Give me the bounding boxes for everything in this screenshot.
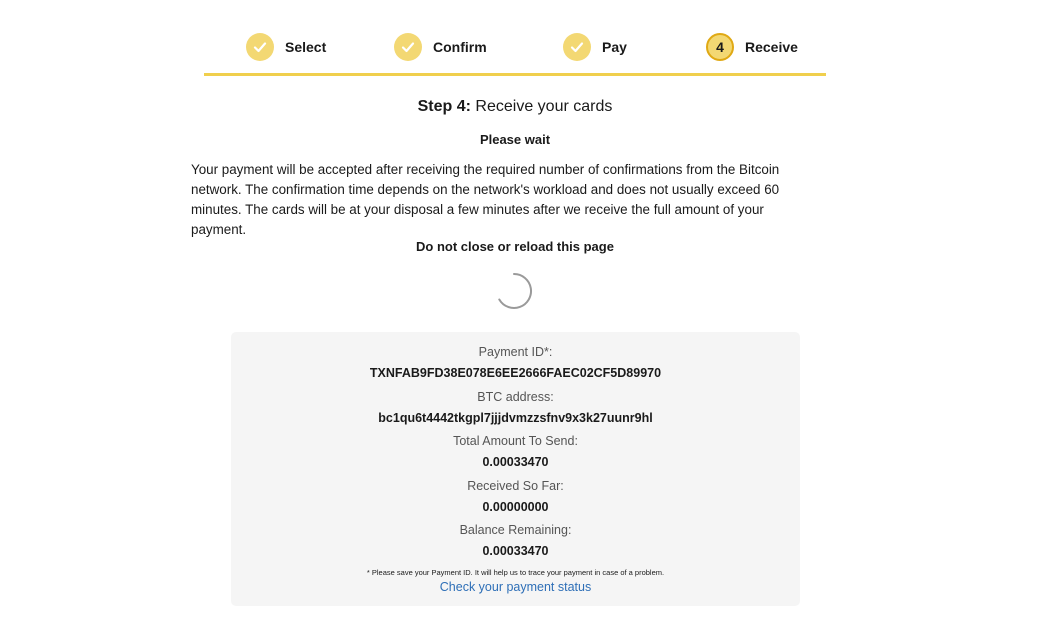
loading-spinner-icon	[494, 271, 534, 311]
no-close-warning: Do not close or reload this page	[416, 239, 614, 254]
step-confirm: Confirm	[394, 33, 487, 61]
btc-address-value: bc1qu6t4442tkgpl7jjjdvmzzsfnv9x3k27uunr9…	[378, 411, 653, 425]
step-pay: Pay	[563, 33, 627, 61]
step-title: Receive your cards	[475, 98, 613, 115]
check-icon	[394, 33, 422, 61]
balance-value: 0.00033470	[482, 544, 549, 558]
check-payment-status-link[interactable]: Check your payment status	[231, 580, 800, 594]
balance-label: Balance Remaining:	[459, 523, 572, 537]
received-value: 0.00000000	[482, 500, 549, 514]
total-amount-value: 0.00033470	[482, 455, 549, 469]
step-label: Pay	[602, 39, 627, 55]
page-container: Select Confirm Pay 4 Receive Step 4: Rec…	[191, 0, 826, 606]
step-prefix: Step 4:	[417, 98, 471, 115]
total-amount-label: Total Amount To Send:	[453, 434, 578, 448]
step-label: Receive	[745, 39, 798, 55]
step-number-badge: 4	[706, 33, 734, 61]
payment-id-label: Payment ID*:	[478, 345, 553, 359]
please-wait-text: Please wait	[479, 132, 551, 147]
payment-details-panel: Payment ID*: TXNFAB9FD38E078E6EE2666FAEC…	[231, 332, 800, 606]
checkout-stepper: Select Confirm Pay 4 Receive	[204, 0, 826, 76]
save-payment-id-note: * Please save your Payment ID. It will h…	[366, 568, 665, 577]
confirmation-info-text: Your payment will be accepted after rece…	[191, 162, 780, 237]
step-receive: 4 Receive	[706, 33, 798, 61]
btc-address-label: BTC address:	[477, 390, 554, 404]
check-icon	[246, 33, 274, 61]
payment-id-value: TXNFAB9FD38E078E6EE2666FAEC02CF5D89970	[369, 366, 662, 380]
step-label: Select	[285, 39, 327, 55]
step-select: Select	[246, 33, 326, 61]
received-label: Received So Far:	[467, 479, 564, 493]
check-icon	[563, 33, 591, 61]
step-heading: Step 4: Receive your cards	[204, 98, 826, 116]
step-label: Confirm	[433, 39, 487, 55]
